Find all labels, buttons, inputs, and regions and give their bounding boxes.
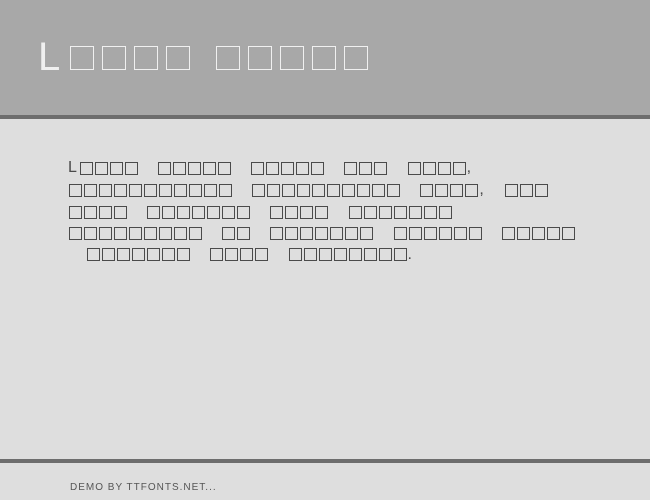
content-area: L , , . <box>0 119 650 459</box>
footer-bar: DEMO BY TTFONTS.NET... <box>0 463 650 500</box>
footer-credit: DEMO BY TTFONTS.NET... <box>70 482 217 493</box>
body-paragraph: L , , . <box>68 157 582 266</box>
header-bar: L <box>0 0 650 115</box>
header-title: L <box>38 35 370 80</box>
